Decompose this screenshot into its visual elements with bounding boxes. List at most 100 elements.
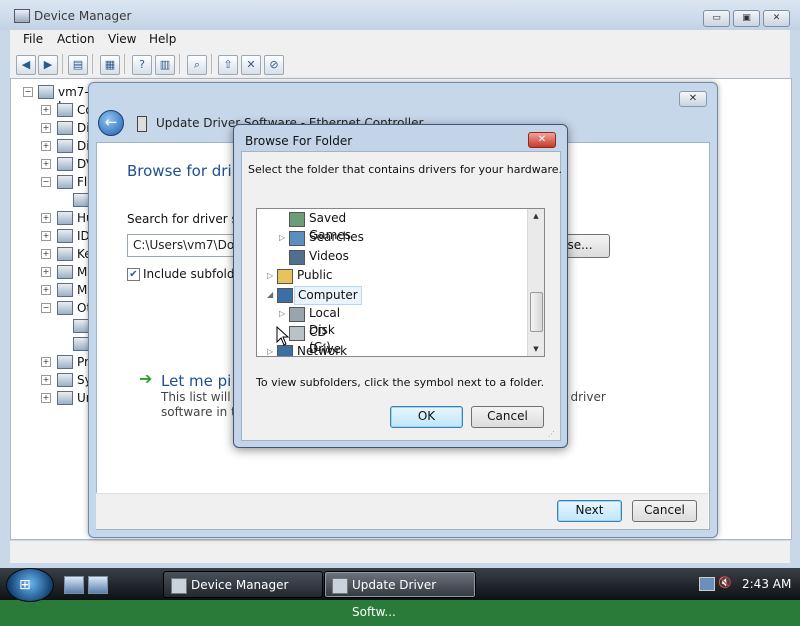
show-desktop-icon[interactable] [64,576,84,594]
expand-icon[interactable]: + [41,141,51,151]
device-category-icon [57,157,73,171]
expand-icon[interactable]: + [41,267,51,277]
scan-hardware-icon[interactable]: ⌕ [187,55,207,75]
device-icon [332,578,348,594]
device-category-icon [73,337,89,351]
taskbar-label: Update Driver Softw... [352,578,437,619]
expand-icon[interactable]: + [41,105,51,115]
dialog-close-button[interactable]: ✕ [528,132,556,148]
expand-icon[interactable]: + [41,285,51,295]
expander-icon[interactable]: ◢ [267,290,273,299]
switch-windows-icon[interactable] [88,576,108,594]
let-me-pick-link[interactable]: Let me pi [161,372,231,390]
mouse-cursor-icon [276,326,290,346]
expand-icon[interactable]: − [41,303,51,313]
maximize-button[interactable]: ▣ [733,10,760,27]
device-manager-icon [171,578,187,594]
network-icon [277,345,293,356]
device-category-icon [57,301,73,315]
tree-scrollbar[interactable]: ▲ ▼ [527,209,544,356]
folder-label: Network [297,344,348,357]
dialog-cancel-button[interactable]: Cancel [471,406,544,428]
volume-muted-icon[interactable]: 🔇 [718,576,732,589]
expand-icon[interactable]: + [41,393,51,403]
minimize-button[interactable]: ▭ [703,10,730,27]
menu-action[interactable]: Action [57,32,95,46]
collapse-icon[interactable]: − [23,87,33,97]
device-category-icon [57,211,73,225]
disable-icon[interactable]: ⊘ [264,55,284,75]
clock[interactable]: 2:43 AM [742,577,791,591]
device-category-icon [57,283,73,297]
expander-icon[interactable]: ▷ [279,233,285,242]
device-category-icon [57,247,73,261]
cd-drive-icon [289,326,305,341]
close-button[interactable]: ✕ [763,10,790,27]
folder-icon [277,269,293,284]
scroll-down-icon[interactable]: ▼ [528,342,544,356]
window-title: Device Manager [34,9,132,23]
device-category-icon [57,355,73,369]
taskbar-label: Device Manager [191,578,289,592]
device-category-icon [57,229,73,243]
view-icon[interactable]: ▥ [155,55,175,75]
expand-icon[interactable]: + [41,375,51,385]
menu-file[interactable]: File [23,32,43,46]
wizard-heading: Browse for dri [127,162,232,180]
device-icon [137,116,147,132]
device-category-icon [57,265,73,279]
scroll-thumb[interactable] [530,292,543,332]
show-hide-tree-icon[interactable]: ▤ [68,55,88,75]
searches-icon [289,231,305,246]
device-category-icon [73,319,89,333]
expander-icon[interactable]: ▷ [267,347,273,356]
expand-icon[interactable]: + [41,159,51,169]
local-disk-icon [289,307,305,322]
uninstall-icon[interactable]: ✕ [241,55,261,75]
network-tray-icon[interactable] [699,577,715,591]
back-icon[interactable]: ◀ [16,55,36,75]
folder-label: Videos [309,249,349,263]
menu-help[interactable]: Help [149,32,176,46]
browse-for-folder-dialog: Browse For Folder ✕ Select the folder th… [233,124,568,448]
wizard-close-button[interactable]: ✕ [679,91,707,107]
taskbar-device-manager[interactable]: Device Manager [163,571,323,598]
scroll-up-icon[interactable]: ▲ [528,209,544,223]
expand-icon[interactable]: + [41,249,51,259]
status-bar [10,540,790,563]
forward-icon[interactable]: ▶ [38,55,58,75]
pick-description-line1: This list will s [161,390,241,404]
help-icon[interactable]: ? [132,55,152,75]
expander-icon[interactable]: ▷ [267,271,273,280]
folder-label: Searches [309,230,364,244]
wizard-cancel-button[interactable]: Cancel [632,500,697,522]
folder-tree[interactable]: Saved Games ▷ Searches Videos ▷ Public ◢ Comput… [256,208,545,357]
expand-icon[interactable]: + [41,123,51,133]
device-category-icon [57,139,73,153]
expand-icon[interactable]: + [41,357,51,367]
toolbar-separator [62,54,63,74]
windows-logo-icon: ⊞ [19,577,31,593]
expand-icon[interactable]: + [41,213,51,223]
green-arrow-icon: ➔ [139,369,153,388]
next-button[interactable]: Next [557,500,622,522]
ok-button[interactable]: OK [390,406,463,428]
taskbar-update-driver[interactable]: Update Driver Softw... [324,571,476,619]
device-category-icon [73,193,89,207]
expand-icon[interactable]: − [41,177,51,187]
properties-icon[interactable]: ▦ [100,55,120,75]
toolbar-separator [179,54,180,74]
menu-view[interactable]: View [108,32,136,46]
device-manager-icon [14,9,30,23]
computer-icon [38,85,54,99]
title-bar[interactable]: Device Manager ▭ ▣ ✕ [0,0,800,30]
include-subfolders-checkbox[interactable]: ✔ [127,268,140,281]
resize-grip-icon[interactable]: ⋰ [548,430,556,438]
expander-icon[interactable]: ▷ [279,309,285,318]
expand-icon[interactable]: + [41,231,51,241]
device-category-icon [57,391,73,405]
back-arrow-icon[interactable]: ← [98,110,124,136]
device-category-icon [57,175,73,189]
update-driver-icon[interactable]: ⇧ [218,55,238,75]
videos-icon [289,250,305,265]
